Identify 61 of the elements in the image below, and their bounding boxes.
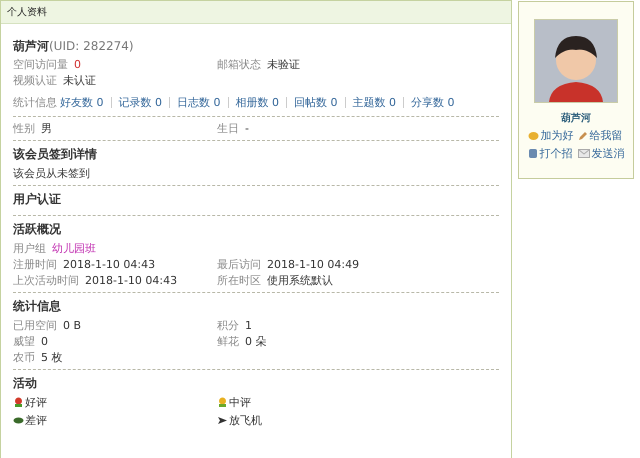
field-label: 已用空间 (13, 319, 57, 332)
field-label: 视频认证 (13, 74, 57, 87)
envelope-icon (578, 149, 590, 158)
plane-icon (217, 415, 228, 426)
flower-icon (13, 397, 24, 408)
field-label: 邮箱状态 (217, 58, 261, 71)
rating-label: 放飞机 (229, 413, 262, 428)
pencil-icon (578, 130, 588, 140)
stat-link[interactable]: 分享数 0 (411, 95, 454, 110)
stat-link[interactable]: 主题数 0 (352, 95, 396, 110)
field-label: 所在时区 (217, 274, 261, 287)
stat-link[interactable]: 回帖数 0 (294, 95, 338, 110)
field-label: 积分 (217, 319, 239, 332)
stat-link[interactable]: 好友数 0 (60, 95, 104, 110)
flower-icon (217, 397, 228, 408)
field-value: 2018-1-10 04:49 (267, 258, 360, 271)
field-label: 上次活动时间 (13, 274, 79, 287)
field-label: 农币 (13, 351, 35, 364)
field-label: 威望 (13, 335, 35, 348)
field-label: 性别 (13, 122, 35, 135)
section-text: 该会员从未签到 (13, 166, 91, 181)
section-title: 用户认证 (13, 191, 62, 208)
rating-label: 好评 (25, 395, 47, 410)
profile-action-link[interactable]: 加为好 (528, 128, 574, 143)
field-value: 5 枚 (41, 351, 62, 364)
leaf-icon (13, 415, 24, 426)
rating-label: 中评 (229, 395, 251, 410)
field-value: 0 (74, 58, 81, 71)
field-value: 0 B (63, 319, 82, 332)
field-label: 生日 (217, 122, 239, 135)
rating-label: 差评 (25, 413, 47, 428)
field-value: 未验证 (267, 58, 300, 71)
field-label: 空间访问量 (13, 58, 68, 71)
field-label: 用户组 (13, 242, 46, 255)
field-value: 1 (245, 319, 252, 332)
field-value: - (245, 122, 249, 135)
field-value: 未认证 (63, 74, 96, 87)
stat-link[interactable]: 记录数 0 (118, 95, 162, 110)
stats-label: 统计信息 (13, 95, 57, 110)
user-name: 葫芦河(UID: 282274) (13, 38, 135, 55)
field-value: 0 朵 (245, 335, 266, 348)
section-title: 统计信息 (13, 298, 62, 315)
field-value: 2018-1-10 04:43 (63, 258, 156, 271)
field-label: 最后访问 (217, 258, 261, 271)
card-user-name: 葫芦河 (561, 112, 591, 125)
profile-action-link[interactable]: 给我留 (578, 128, 624, 143)
field-label: 鲜花 (217, 335, 239, 348)
profile-action-link[interactable]: 发送消 (578, 146, 624, 161)
section-title: 活跃概况 (13, 221, 62, 238)
field-value: 0 (41, 335, 48, 348)
panel-title: 个人资料 (7, 6, 47, 19)
field-value: 男 (41, 122, 52, 135)
stat-link[interactable]: 相册数 0 (236, 95, 279, 110)
field-value: 使用系统默认 (267, 274, 333, 287)
section-title: 该会员签到详情 (13, 146, 98, 163)
section-title: 活动 (13, 375, 38, 392)
field-label: 注册时间 (13, 258, 57, 271)
profile-action-link[interactable]: 打个招 (528, 146, 574, 161)
field-value: 2018-1-10 04:43 (85, 274, 178, 287)
stat-link[interactable]: 日志数 0 (177, 95, 220, 110)
group-link[interactable]: 幼儿园班 (52, 242, 96, 255)
